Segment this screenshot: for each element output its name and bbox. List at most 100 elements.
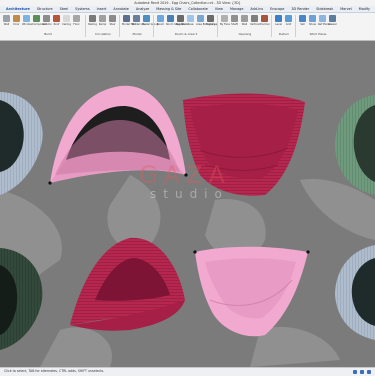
status-icons — [353, 369, 371, 374]
viewer-icon — [329, 15, 336, 22]
group-datum: Datum — [278, 32, 290, 36]
ribbon-separator — [153, 15, 154, 37]
window-icon — [23, 15, 30, 22]
model-line-tool[interactable]: Model Line — [132, 15, 146, 30]
room-icon — [157, 15, 164, 22]
column-tool[interactable]: Column — [42, 15, 52, 30]
ribbon-tabs: Architecture Structure Steel Systems Ins… — [0, 6, 375, 13]
tab-massing[interactable]: Massing & Site — [156, 7, 181, 11]
3d-viewport[interactable]: GAZA studio — [0, 41, 375, 367]
column-icon — [43, 15, 50, 22]
watermark-subtitle: studio — [150, 187, 229, 201]
door-tool[interactable]: Door — [12, 15, 21, 30]
group-model: Model — [132, 32, 142, 36]
by-face-tool[interactable]: By Face — [220, 15, 230, 30]
status-text: Click to select, TAB for alternates, CTR… — [4, 369, 105, 373]
ref-plane-tool[interactable]: Ref Plane — [318, 15, 330, 30]
by-face-icon — [221, 15, 228, 22]
ref-plane-icon — [319, 15, 326, 22]
group-room-area[interactable]: Room & Area ▾ — [156, 32, 216, 36]
tab-addins[interactable]: Add-Ins — [250, 7, 263, 11]
railing-icon — [89, 15, 96, 22]
model-text-icon — [123, 15, 130, 22]
model-text-tool[interactable]: Model Text — [122, 15, 136, 30]
filter-icon[interactable] — [353, 369, 357, 374]
model-group-icon — [143, 15, 150, 22]
model-line-icon — [133, 15, 140, 22]
dormer-tool[interactable]: Dormer — [260, 15, 270, 30]
shaft-tool[interactable]: Shaft — [230, 15, 239, 30]
watermark-logo: GAZA — [139, 161, 231, 189]
tab-marvel[interactable]: Marvel — [340, 7, 351, 11]
window-tool[interactable]: Window — [22, 15, 32, 30]
tab-steel[interactable]: Steel — [60, 7, 69, 11]
roof-icon — [53, 15, 60, 22]
ceiling-icon — [63, 15, 70, 22]
room-separator-tool[interactable]: Room Separator — [166, 15, 187, 30]
component-icon — [33, 15, 40, 22]
area-boundary-icon — [197, 15, 204, 22]
wall-tool[interactable]: Wall — [2, 15, 11, 30]
tab-sidebreak[interactable]: Sidebreak — [316, 7, 333, 11]
model-canvas[interactable] — [0, 41, 375, 367]
group-circulation: Circulation — [94, 32, 112, 36]
grid-tool[interactable]: Grid — [284, 15, 293, 30]
vertical-tool[interactable]: Vertical — [250, 15, 260, 30]
level-icon — [275, 15, 282, 22]
tab-3d-render[interactable]: 3D Render — [291, 7, 309, 11]
area-icon — [187, 15, 194, 22]
tab-structure[interactable]: Structure — [37, 7, 53, 11]
wall-opening-icon — [241, 15, 248, 22]
floor-icon — [73, 15, 80, 22]
tab-manage[interactable]: Manage — [230, 7, 243, 11]
vertical-icon — [251, 15, 258, 22]
stair-tool[interactable]: Stair — [108, 15, 117, 30]
ramp-icon — [99, 15, 106, 22]
tag-room-tool[interactable]: Tag Room — [176, 15, 189, 30]
floor-shadows — [0, 175, 375, 367]
set-icon — [299, 15, 306, 22]
show-icon — [309, 15, 316, 22]
chair-pink-bottom[interactable] — [193, 246, 310, 337]
tab-collaborate[interactable]: Collaborate — [188, 7, 208, 11]
room-separator-icon — [167, 15, 174, 22]
ribbon-separator — [119, 15, 120, 37]
group-opening: Opening — [238, 32, 252, 36]
floor-tool[interactable]: Floor — [72, 15, 81, 30]
tab-architecture[interactable]: Architecture — [6, 7, 30, 11]
tag-room-icon — [177, 15, 184, 22]
model-group-tool[interactable]: Model Group — [142, 15, 159, 30]
selection-icon[interactable] — [360, 369, 364, 374]
tab-view[interactable]: View — [215, 7, 223, 11]
ramp-tool[interactable]: Ramp — [98, 15, 107, 30]
area-tool[interactable]: Area — [186, 15, 195, 30]
wall-opening-tool[interactable]: Wall — [240, 15, 249, 30]
tab-enscape[interactable]: Enscape — [270, 7, 284, 11]
dormer-icon — [261, 15, 268, 22]
component-tool[interactable]: Component — [32, 15, 47, 30]
shaft-icon — [231, 15, 238, 22]
door-icon — [13, 15, 20, 22]
chair-raspberry-bottom[interactable] — [70, 237, 185, 331]
viewer-tool[interactable]: Viewer — [328, 15, 337, 30]
chair-gray-bottom-right[interactable] — [335, 245, 375, 340]
tab-insert[interactable]: Insert — [97, 7, 107, 11]
set-tool[interactable]: Set — [298, 15, 307, 30]
tab-modify[interactable]: Modify — [359, 7, 370, 11]
area-boundary-tool[interactable]: Area Boundary — [196, 15, 215, 30]
chair-green-top-right[interactable] — [335, 95, 375, 195]
level-tool[interactable]: Level — [274, 15, 283, 30]
worksets-icon[interactable] — [367, 369, 371, 374]
tab-annotate[interactable]: Annotate — [113, 7, 129, 11]
tab-analyze[interactable]: Analyze — [136, 7, 149, 11]
tag-area-tool[interactable]: Tag Area — [206, 15, 217, 30]
tab-systems[interactable]: Systems — [75, 7, 89, 11]
show-tool[interactable]: Show — [308, 15, 317, 30]
group-work-plane: Work Plane — [309, 32, 327, 36]
railing-tool[interactable]: Railing — [88, 15, 97, 30]
ribbon-panel: Wall Door Window Component Column Roof C… — [0, 13, 375, 41]
roof-tool[interactable]: Roof — [52, 15, 61, 30]
room-tool[interactable]: Room — [156, 15, 165, 30]
chair-gray-top-left[interactable] — [0, 92, 43, 195]
ceiling-tool[interactable]: Ceiling — [62, 15, 71, 30]
